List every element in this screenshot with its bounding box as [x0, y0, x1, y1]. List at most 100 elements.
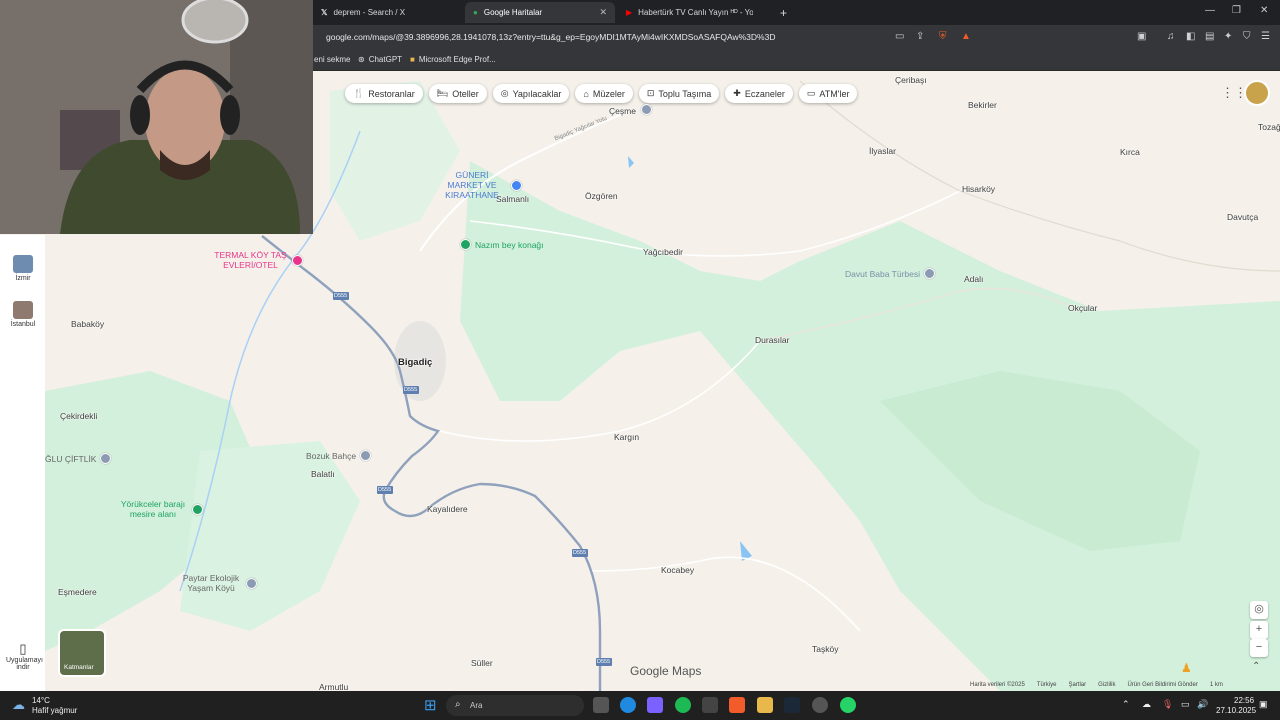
poi-yorukceler[interactable]: Yörükceler barajı mesire alanı — [118, 499, 203, 519]
place-label: Okçular — [1068, 303, 1098, 313]
copilot-icon[interactable] — [647, 697, 663, 713]
minimize-icon[interactable]: — — [1205, 5, 1215, 16]
maximize-icon[interactable]: ❐ — [1232, 5, 1241, 16]
chip-transit[interactable]: ⊡ Toplu Taşıma — [638, 84, 720, 103]
wallet-icon[interactable]: ▤ — [1205, 31, 1214, 42]
network-icon[interactable]: ☁ — [1142, 699, 1151, 710]
close-window-icon[interactable]: ✕ — [1260, 5, 1268, 16]
category-chips: 🍴 Restoranlar 🛏 Oteller ◎ Yapılacaklar ⌂ Müz… — [345, 84, 858, 103]
new-tab-button[interactable]: + — [772, 2, 795, 23]
clock-time[interactable]: 22:56 — [1234, 696, 1254, 705]
tab-label: Google Haritalar — [483, 8, 543, 17]
obs-icon[interactable] — [812, 697, 828, 713]
notifications-icon[interactable]: ▣ — [1259, 699, 1268, 710]
tray-chevron-icon[interactable]: ⌃ — [1122, 699, 1130, 710]
app-icon[interactable] — [702, 697, 718, 713]
zoom-out-button[interactable]: − — [1250, 639, 1268, 657]
road-label: D555 — [573, 550, 587, 556]
close-tab-icon[interactable]: ✕ — [599, 7, 607, 18]
whatsapp-icon[interactable] — [840, 697, 856, 713]
google-maps-logo: Google Maps — [630, 664, 702, 678]
fork-knife-icon: 🍴 — [353, 88, 365, 98]
footer-link[interactable]: Şartlar — [1068, 682, 1086, 688]
place-label: Yağcıbedir — [643, 247, 684, 257]
share-icon[interactable]: ⇪ — [916, 31, 924, 42]
leo-icon[interactable]: ✦ — [1224, 31, 1232, 42]
poi-termal-koy[interactable]: TERMAL KÖY TAŞ EVLERİ/OTEL — [213, 250, 303, 270]
my-location-button[interactable]: ◎ — [1250, 601, 1268, 619]
footer-link[interactable]: Ürün Geri Bildirimi Gönder — [1127, 682, 1197, 688]
cast-icon[interactable]: ▭ — [895, 31, 904, 42]
url-input[interactable]: google.com/maps/@39.3896996,28.1941078,1… — [326, 32, 775, 42]
edge-icon[interactable] — [620, 697, 636, 713]
tab-google-maps[interactable]: ● Google Haritalar ✕ — [465, 2, 615, 23]
menu-icon[interactable]: ☰ — [1261, 31, 1270, 42]
map-footer: Harita verileri ©2025 Türkiye Şartlar Gi… — [970, 682, 1223, 688]
place-label: Adalı — [964, 274, 984, 284]
place-label: Davutça — [1227, 212, 1259, 222]
tab-label: deprem - Search / X — [333, 8, 406, 17]
camera-icon: ◎ — [500, 88, 509, 98]
tab-haberturk[interactable]: ▶ Habertürk TV Canlı Yayın ᴴᴰ - You — [618, 2, 768, 23]
poi-cesme[interactable] — [641, 104, 652, 115]
display-icon[interactable]: ▭ — [1181, 699, 1190, 710]
weather-desc: Hafif yağmur — [32, 706, 78, 715]
recent-izmir[interactable]: İzmir — [6, 255, 40, 282]
place-label: Bekirler — [968, 100, 997, 110]
brave-shield-icon[interactable]: ⛨ — [939, 31, 947, 42]
poi-davut-baba[interactable]: Davut Baba Türbesi — [845, 268, 935, 279]
zoom-in-button[interactable]: + — [1250, 621, 1268, 639]
poi-ciftlik[interactable]: ĞLU ÇİFTLİK — [45, 453, 112, 464]
chip-pharmacies[interactable]: ✚ Eczaneler — [725, 84, 793, 103]
chip-things-to-do[interactable]: ◎ Yapılacaklar — [492, 84, 570, 103]
tab-x[interactable]: 𝕏 deprem - Search / X — [313, 2, 463, 23]
tab-label: Habertürk TV Canlı Yayın ᴴᴰ - You — [638, 8, 754, 17]
poi-nazim-bey[interactable]: Nazım bey konağı — [460, 239, 544, 250]
account-avatar[interactable] — [1244, 80, 1270, 106]
footer-link[interactable]: Gizlilik — [1098, 682, 1115, 688]
spotify-icon[interactable] — [675, 697, 691, 713]
place-label: Balatlı — [311, 469, 335, 479]
poi-bozuk-bahce[interactable]: Bozuk Bahçe — [306, 450, 372, 461]
music-icon[interactable]: ♫ — [1167, 31, 1175, 42]
expand-icon[interactable]: ⌃ — [1252, 661, 1260, 672]
task-view-icon[interactable] — [593, 697, 609, 713]
shop-icon — [511, 179, 522, 191]
recent-istanbul[interactable]: İstanbul — [6, 301, 40, 328]
weather-icon[interactable]: ☁ — [12, 697, 25, 713]
place-label: Taşköy — [812, 644, 839, 654]
taskbar-search[interactable]: ⌕ Ara — [446, 695, 584, 716]
volume-icon[interactable]: 🔊 — [1197, 699, 1208, 710]
chip-restaurants[interactable]: 🍴 Restoranlar — [345, 84, 423, 103]
sidebar-icon[interactable]: ▣ — [1137, 31, 1146, 42]
brave-icon[interactable] — [729, 697, 745, 713]
chip-hotels[interactable]: 🛏 Oteller — [428, 84, 487, 103]
bookmark-edge-profile[interactable]: ■ Microsoft Edge Prof... — [410, 55, 496, 64]
footer-link[interactable]: Türkiye — [1037, 682, 1057, 688]
poi-market[interactable]: GÜNERİ MARKET VE KIRAATHANE — [437, 170, 522, 200]
place-label: Durasılar — [755, 335, 790, 345]
place-label: Kırca — [1120, 147, 1140, 157]
file-explorer-icon[interactable] — [757, 697, 773, 713]
city-thumbnail — [13, 301, 33, 319]
download-app-button[interactable]: ▯ Uygulamayı indir — [6, 641, 43, 671]
rewards-icon[interactable]: ▲ — [961, 31, 971, 42]
poi-paytar[interactable]: Paytar Ekolojik Yaşam Köyü — [180, 573, 257, 593]
place-label: Süller — [471, 658, 493, 668]
bookmark-chatgpt[interactable]: ⊛ ChatGPT — [358, 55, 402, 64]
vpn-icon[interactable]: ⛉ — [1243, 31, 1251, 42]
panel-icon[interactable]: ◧ — [1186, 31, 1195, 42]
place-label: Babaköy — [71, 319, 105, 329]
pegman-icon[interactable]: ♟ — [1181, 661, 1192, 675]
bookmark-new-tab[interactable]: eni sekme — [314, 55, 350, 64]
steam-icon[interactable] — [784, 697, 800, 713]
mosque-icon — [923, 268, 935, 279]
chip-atms[interactable]: ▭ ATM'ler — [798, 84, 858, 103]
place-label: Hisarköy — [962, 184, 996, 194]
clock-date[interactable]: 27.10.2025 — [1216, 706, 1256, 715]
mic-icon[interactable]: 🎙 — [1162, 699, 1173, 710]
chip-museums[interactable]: ⌂ Müzeler — [575, 84, 633, 103]
road-label: D555 — [334, 293, 348, 299]
layers-button[interactable]: Katmanlar — [58, 629, 106, 677]
windows-start-icon[interactable]: ⊞ — [424, 696, 437, 714]
